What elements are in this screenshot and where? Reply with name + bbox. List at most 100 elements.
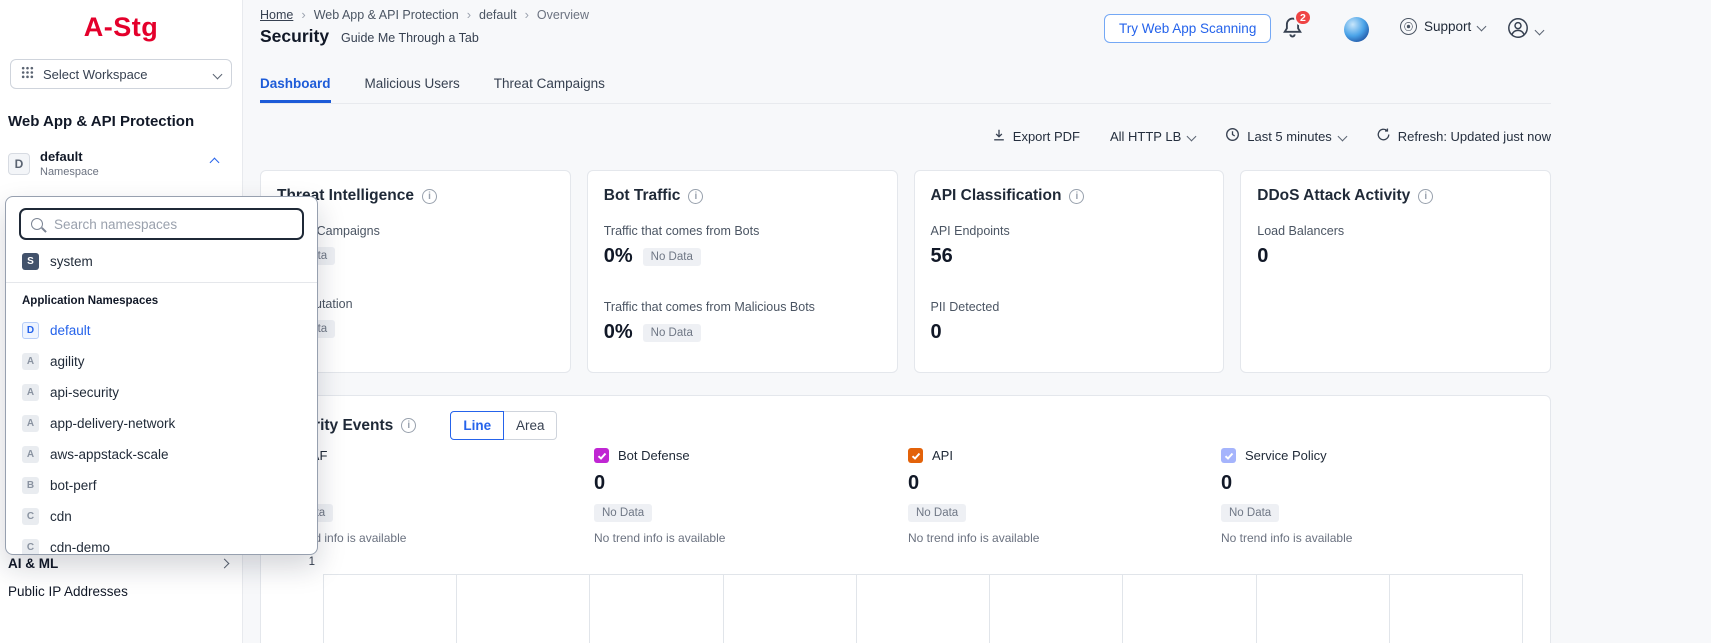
card-title: DDoS Attack Activity [1257, 187, 1410, 205]
support-icon [1400, 18, 1417, 35]
api-classification-card: API Classification API Endpoints 56 PII … [914, 170, 1225, 373]
refresh-button[interactable]: Refresh: Updated just now [1376, 127, 1551, 145]
namespace-item-cdn[interactable]: C cdn [6, 501, 317, 532]
legend-column-api: API 0 No Data No trend info is available [908, 448, 1208, 545]
namespace-letter-badge: B [22, 477, 39, 494]
support-label: Support [1424, 19, 1471, 34]
guide-me-link[interactable]: Guide Me Through a Tab [341, 31, 479, 45]
namespace-search-input[interactable] [52, 216, 292, 233]
refresh-icon [1376, 127, 1391, 145]
legend-label: Service Policy [1245, 448, 1327, 463]
legend-value: 0 [275, 472, 575, 495]
namespace-item-system[interactable]: S system [6, 246, 317, 277]
chevron-down-icon [1337, 131, 1347, 141]
export-pdf-label: Export PDF [1013, 129, 1080, 144]
sidebar-item-label: AI & ML [8, 556, 58, 571]
legend-value: 0 [908, 472, 1208, 495]
namespace-item-app-delivery-network[interactable]: A app-delivery-network [6, 408, 317, 439]
namespace-letter-badge: A [22, 415, 39, 432]
search-icon [31, 218, 43, 230]
chevron-right-icon [220, 558, 230, 568]
legend-checkbox[interactable] [908, 448, 923, 463]
namespace-selector[interactable]: D default Namespace [8, 150, 234, 178]
breadcrumb-home[interactable]: Home [260, 8, 293, 22]
metric-value: 0 [1257, 245, 1268, 268]
breadcrumb: Home Web App & API Protection default Ov… [260, 7, 589, 22]
bot-traffic-card: Bot Traffic Traffic that comes from Bots… [587, 170, 898, 373]
metric-label: IP Reputation [277, 297, 554, 311]
application-namespaces-heading: Application Namespaces [6, 283, 317, 315]
metric-label: PII Detected [931, 300, 1208, 314]
legend-checkbox[interactable] [1221, 448, 1236, 463]
legend-value: 0 [594, 472, 894, 495]
namespace-dropdown-panel: S system Application Namespaces D defaul… [5, 196, 318, 555]
workspace-selector[interactable]: Select Workspace [10, 59, 232, 89]
metric-label: Traffic that comes from Malicious Bots [604, 300, 881, 314]
info-icon[interactable] [1069, 189, 1084, 204]
time-range-filter[interactable]: Last 5 minutes [1225, 127, 1346, 145]
no-trend-note: No trend info is available [275, 531, 575, 545]
line-view-button[interactable]: Line [450, 411, 504, 440]
namespace-letter-badge: D [22, 322, 39, 339]
namespace-item-cdn-demo[interactable]: C cdn-demo [6, 532, 317, 555]
namespace-letter-badge: A [22, 353, 39, 370]
legend-label: API [932, 448, 953, 463]
card-title: API Classification [931, 187, 1062, 205]
user-avatar-icon [1506, 16, 1530, 45]
load-balancer-filter[interactable]: All HTTP LB [1110, 129, 1195, 144]
download-icon [992, 128, 1006, 145]
breadcrumb-separator-icon [467, 7, 471, 22]
legend-checkbox[interactable] [594, 448, 609, 463]
namespace-item-agility[interactable]: A agility [6, 346, 317, 377]
account-menu[interactable] [1506, 16, 1543, 45]
namespace-item-default[interactable]: D default [6, 315, 317, 346]
tab-threat-campaigns[interactable]: Threat Campaigns [494, 76, 605, 103]
breadcrumb-waap[interactable]: Web App & API Protection [314, 8, 459, 22]
namespace-search [19, 208, 304, 240]
no-data-badge: No Data [594, 504, 652, 522]
namespace-letter-badge: A [22, 384, 39, 401]
breadcrumb-namespace[interactable]: default [479, 8, 517, 22]
namespace-letter-badge: S [22, 253, 39, 270]
info-icon[interactable] [401, 418, 416, 433]
notification-badge: 2 [1294, 9, 1312, 26]
time-range-label: Last 5 minutes [1247, 129, 1332, 144]
tab-malicious-users[interactable]: Malicious Users [365, 76, 460, 103]
no-trend-note: No trend info is available [908, 531, 1208, 545]
namespace-item-label: cdn [50, 509, 72, 524]
page-title: Security [260, 26, 329, 47]
no-trend-note: No trend info is available [594, 531, 894, 545]
legend-column-bot-defense: Bot Defense 0 No Data No trend info is a… [594, 448, 894, 545]
info-icon[interactable] [688, 189, 703, 204]
namespace-item-label: cdn-demo [50, 540, 110, 555]
info-icon[interactable] [1418, 189, 1433, 204]
metric-value: 56 [931, 245, 953, 268]
cloud-services-icon[interactable] [1344, 17, 1369, 42]
sidebar-item-public-ip-addresses[interactable]: Public IP Addresses [0, 578, 242, 604]
no-data-badge: No Data [643, 324, 701, 342]
chevron-down-icon [1535, 26, 1545, 36]
metric-label: Traffic that comes from Bots [604, 224, 881, 238]
namespace-item-api-security[interactable]: A api-security [6, 377, 317, 408]
tab-dashboard[interactable]: Dashboard [260, 76, 331, 103]
namespace-item-label: agility [50, 354, 85, 369]
clock-icon [1225, 127, 1240, 145]
breadcrumb-separator-icon [301, 7, 305, 22]
try-web-app-scanning-button[interactable]: Try Web App Scanning [1104, 14, 1271, 43]
support-menu[interactable]: Support [1400, 18, 1485, 35]
namespace-selector-sublabel: Namespace [40, 166, 99, 178]
app-window: A-Stg Select Workspace Web App & API Pro… [0, 0, 1711, 643]
ddos-attack-activity-card: DDoS Attack Activity Load Balancers 0 [1240, 170, 1551, 373]
namespace-item-aws-appstack-scale[interactable]: A aws-appstack-scale [6, 439, 317, 470]
chevron-down-icon [213, 69, 223, 79]
namespace-item-label: default [50, 323, 91, 338]
metric-value: 0% [604, 245, 633, 268]
no-trend-note: No trend info is available [1221, 531, 1521, 545]
export-pdf-button[interactable]: Export PDF [992, 128, 1080, 145]
area-view-button[interactable]: Area [503, 411, 557, 440]
namespace-item-label: app-delivery-network [50, 416, 175, 431]
namespace-item-bot-perf[interactable]: B bot-perf [6, 470, 317, 501]
info-icon[interactable] [422, 189, 437, 204]
legend-value: 0 [1221, 472, 1521, 495]
brand-logo: A-Stg [0, 12, 242, 43]
